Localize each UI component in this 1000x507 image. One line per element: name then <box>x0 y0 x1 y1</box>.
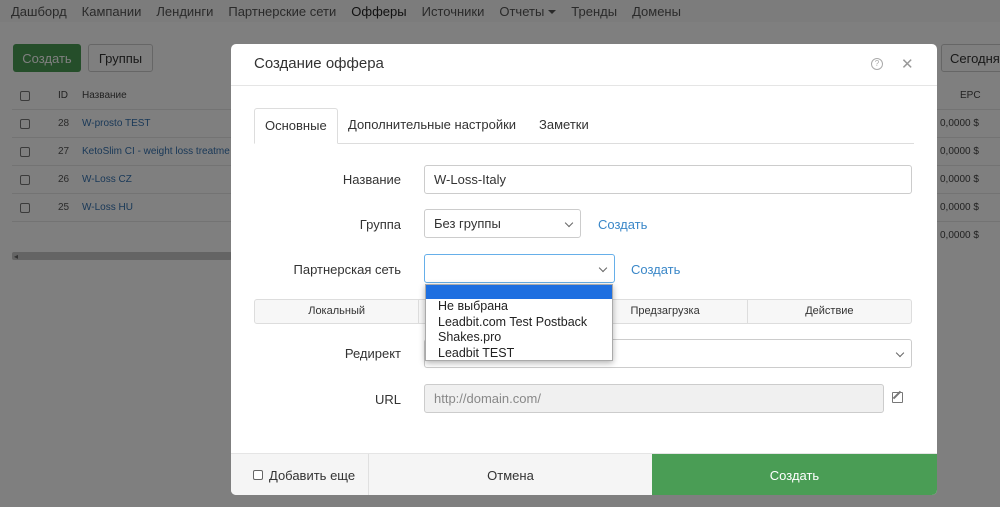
network-dropdown-list: Не выбрана Leadbit.com Test Postback Sha… <box>425 284 613 361</box>
name-input[interactable]: W-Loss-Italy <box>424 165 912 194</box>
tab-main[interactable]: Основные <box>254 108 338 144</box>
chevron-down-icon <box>598 263 608 273</box>
tab-advanced-settings[interactable]: Дополнительные настройки <box>338 108 526 144</box>
modal-tabs: Основные Дополнительные настройки Заметк… <box>254 108 914 144</box>
tab-notes[interactable]: Заметки <box>529 108 599 144</box>
network-label: Партнерская сеть <box>293 262 402 277</box>
url-label: URL <box>374 392 401 407</box>
dropdown-option[interactable]: Shakes.pro <box>426 330 612 346</box>
name-label: Название <box>342 172 401 187</box>
create-group-link[interactable]: Создать <box>598 217 647 232</box>
group-select-value: Без группы <box>434 216 501 231</box>
segment-local[interactable]: Локальный <box>255 300 420 323</box>
cancel-button[interactable]: Отмена <box>369 454 652 495</box>
chevron-down-icon <box>564 218 574 228</box>
dropdown-option[interactable]: Leadbit TEST <box>426 346 612 362</box>
segment-action[interactable]: Действие <box>748 300 911 323</box>
help-icon[interactable]: ? <box>871 58 883 70</box>
add-more-checkbox[interactable]: Добавить еще <box>231 454 369 495</box>
create-offer-modal: Создание оффера ? ✕ Основные Дополнитель… <box>231 44 937 495</box>
add-more-label: Добавить еще <box>269 467 356 483</box>
create-button[interactable]: Создать <box>652 454 937 495</box>
network-select[interactable] <box>424 254 615 283</box>
checkbox-icon <box>253 470 263 480</box>
edit-icon[interactable] <box>892 392 903 403</box>
close-icon[interactable]: ✕ <box>901 55 914 73</box>
redirect-label: Редирект <box>344 346 401 361</box>
modal-title: Создание оффера <box>254 55 384 72</box>
url-input[interactable]: http://domain.com/ <box>424 384 884 413</box>
modal-header: Создание оффера ? ✕ <box>231 44 937 86</box>
dropdown-option-empty[interactable] <box>426 285 612 299</box>
modal-footer: Добавить еще Отмена Создать <box>231 453 937 495</box>
dropdown-option[interactable]: Не выбрана <box>426 299 612 315</box>
group-label: Группа <box>359 217 401 232</box>
dropdown-option[interactable]: Leadbit.com Test Postback <box>426 315 612 331</box>
group-select[interactable]: Без группы <box>424 209 581 238</box>
chevron-down-icon <box>895 348 905 358</box>
create-network-link[interactable]: Создать <box>631 262 680 277</box>
